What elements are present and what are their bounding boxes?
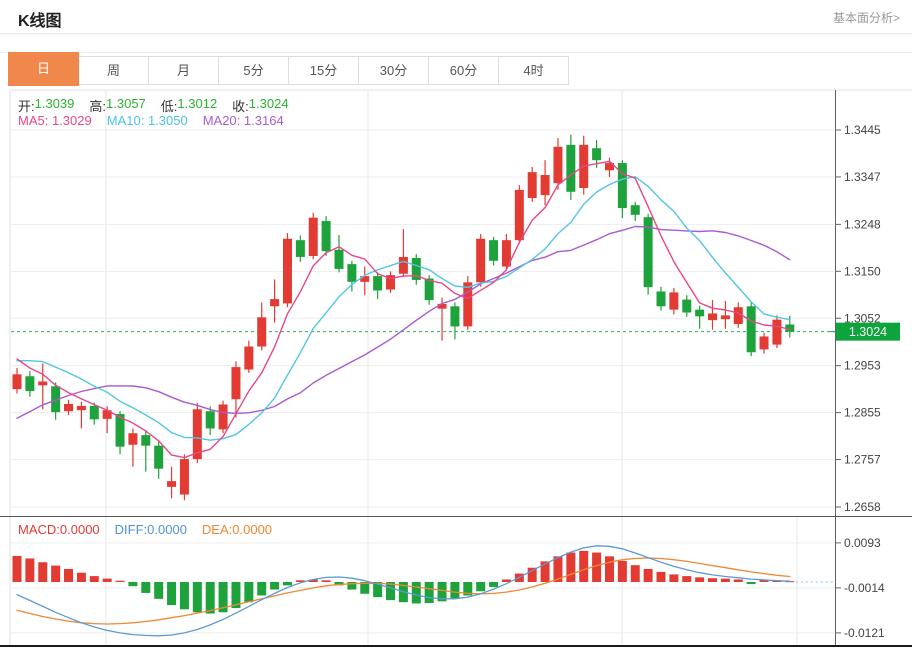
ma20-label: MA20: bbox=[203, 113, 241, 128]
dea-value: 0.0000 bbox=[232, 522, 272, 537]
macd-label: MACD: bbox=[18, 522, 60, 537]
diff-value: 0.0000 bbox=[147, 522, 187, 537]
svg-text:1.3150: 1.3150 bbox=[844, 264, 881, 278]
ma5-label: MA5: bbox=[18, 113, 48, 128]
svg-text:1.2757: 1.2757 bbox=[844, 453, 881, 467]
macd-readout: MACD:0.0000 DIFF:0.0000 DEA:0.0000 bbox=[18, 522, 287, 537]
ma-readout: MA5: 1.3029 MA10: 1.3050 MA20: 1.3164 bbox=[18, 113, 299, 128]
svg-text:1.3248: 1.3248 bbox=[844, 217, 881, 231]
dea-label: DEA: bbox=[202, 522, 232, 537]
ma5-value: 1.3029 bbox=[52, 113, 92, 128]
svg-text:1.3445: 1.3445 bbox=[844, 123, 881, 137]
diff-label: DIFF: bbox=[115, 522, 148, 537]
svg-text:1.2953: 1.2953 bbox=[844, 359, 881, 373]
macd-value: 0.0000 bbox=[60, 522, 100, 537]
svg-text:1.3024: 1.3024 bbox=[849, 325, 887, 339]
svg-text:-0.0014: -0.0014 bbox=[844, 581, 885, 595]
ma20-value: 1.3164 bbox=[244, 113, 284, 128]
ma10-label: MA10: bbox=[107, 113, 145, 128]
ma10-value: 1.3050 bbox=[148, 113, 188, 128]
svg-text:0.0093: 0.0093 bbox=[844, 536, 881, 550]
svg-text:-0.0121: -0.0121 bbox=[844, 626, 885, 640]
svg-text:1.2855: 1.2855 bbox=[844, 406, 881, 420]
svg-text:1.2658: 1.2658 bbox=[844, 500, 881, 514]
svg-text:1.3347: 1.3347 bbox=[844, 170, 881, 184]
